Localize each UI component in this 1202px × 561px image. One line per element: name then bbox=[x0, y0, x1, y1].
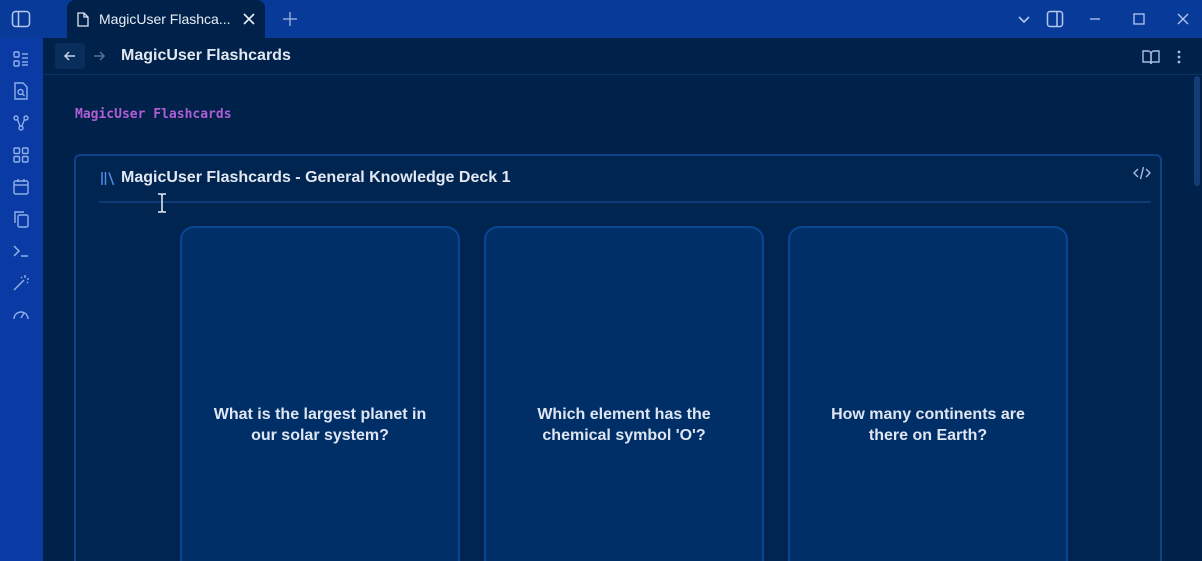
reading-view-book-icon[interactable] bbox=[1142, 48, 1160, 66]
text-cursor-icon bbox=[156, 193, 168, 213]
right-sidebar-toggle-icon[interactable] bbox=[1046, 10, 1064, 28]
forward-arrow-icon[interactable] bbox=[88, 43, 110, 69]
close-icon[interactable] bbox=[241, 11, 257, 27]
terminal-icon[interactable] bbox=[11, 241, 31, 261]
flashcard-question: What is the largest planet in our solar … bbox=[213, 406, 427, 444]
title-bar: MagicUser Flashca... bbox=[0, 0, 1202, 38]
sidebar-toggle-icon[interactable] bbox=[10, 9, 32, 29]
magic-wand-icon[interactable] bbox=[11, 273, 31, 293]
gauge-icon[interactable] bbox=[11, 305, 31, 325]
search-file-icon[interactable] bbox=[11, 81, 31, 101]
left-ribbon bbox=[0, 38, 43, 561]
grid-icon[interactable] bbox=[11, 145, 31, 165]
new-tab-plus-icon[interactable] bbox=[281, 10, 299, 28]
code-block-line[interactable]: MagicUser Flashcards bbox=[75, 107, 232, 122]
library-icon bbox=[100, 170, 116, 186]
flashcard[interactable]: What is the largest planet in our solar … bbox=[180, 226, 460, 561]
scrollbar[interactable] bbox=[1194, 76, 1200, 186]
view-header: MagicUser Flashcards bbox=[43, 38, 1202, 75]
maximize-icon[interactable] bbox=[1130, 10, 1148, 28]
back-arrow-icon[interactable] bbox=[55, 43, 85, 69]
tab-active[interactable]: MagicUser Flashca... bbox=[67, 0, 265, 38]
flashcard[interactable]: How many continents are there on Earth? bbox=[788, 226, 1068, 561]
deck-title: MagicUser Flashcards - General Knowledge… bbox=[121, 169, 511, 186]
graph-icon[interactable] bbox=[11, 113, 31, 133]
copy-icon[interactable] bbox=[11, 209, 31, 229]
flashcard[interactable]: Which element has the chemical symbol 'O… bbox=[484, 226, 764, 561]
file-icon bbox=[77, 11, 91, 27]
code-view-icon[interactable] bbox=[1132, 165, 1152, 181]
tab-title: MagicUser Flashca... bbox=[99, 11, 231, 27]
deck-divider bbox=[99, 201, 1151, 203]
files-icon[interactable] bbox=[11, 49, 31, 69]
window-close-icon[interactable] bbox=[1174, 10, 1192, 28]
chevron-down-icon[interactable] bbox=[1015, 10, 1033, 28]
app-window: MagicUser Flashca... MagicUser Flashcard… bbox=[0, 0, 1202, 561]
page-title: MagicUser Flashcards bbox=[121, 47, 291, 64]
calendar-icon[interactable] bbox=[11, 177, 31, 197]
flashcard-question: How many continents are there on Earth? bbox=[831, 406, 1025, 444]
flashcard-question: Which element has the chemical symbol 'O… bbox=[537, 406, 711, 444]
more-options-icon[interactable] bbox=[1170, 48, 1188, 66]
minimize-icon[interactable] bbox=[1086, 10, 1104, 28]
